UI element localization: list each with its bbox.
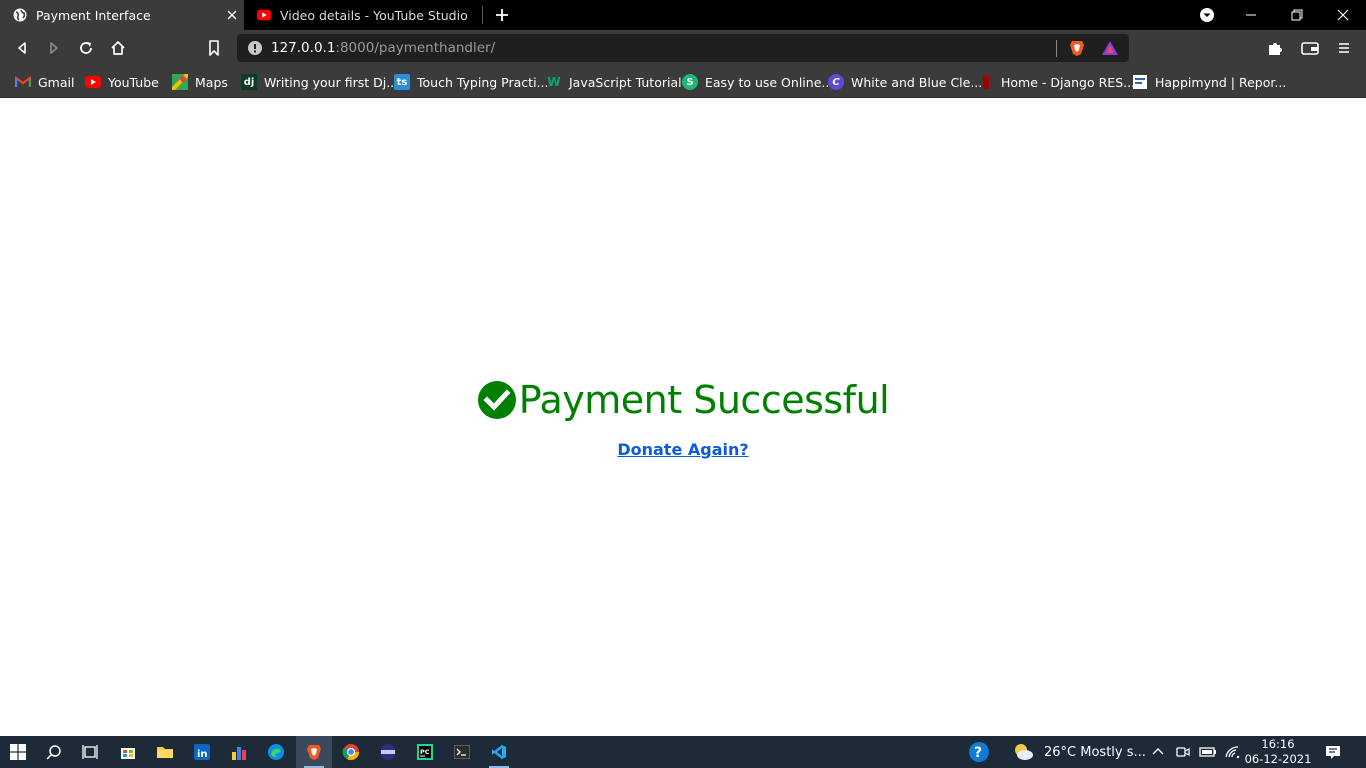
home-button[interactable] [106, 36, 130, 60]
svg-text:?: ? [974, 745, 982, 761]
store-icon[interactable] [110, 736, 146, 768]
restore-button[interactable] [1274, 0, 1320, 30]
extensions-icon[interactable] [1263, 36, 1287, 60]
url-host: 127.0.0.1 [271, 40, 336, 56]
wallet-icon[interactable] [1298, 36, 1322, 60]
youtube-icon [257, 8, 271, 22]
app-icon[interactable] [370, 736, 406, 768]
typing-icon: ts [394, 74, 410, 90]
search-icon[interactable] [36, 736, 72, 768]
tab-youtube-studio[interactable]: Video details - YouTube Studio [244, 0, 482, 30]
task-view-icon[interactable] [72, 736, 108, 768]
tab-strip: Payment Interface Video details - YouTub… [0, 0, 1366, 30]
bookmark-label: Easy to use Online... [705, 74, 834, 90]
donate-again-link[interactable]: Donate Again? [617, 440, 748, 459]
tab-payment-interface[interactable]: Payment Interface [0, 0, 244, 30]
tab-title: Video details - YouTube Studio [280, 7, 468, 23]
bookmark-label: White and Blue Cle... [851, 74, 983, 90]
bookmark-django-rest[interactable]: Home - Django RES... [978, 73, 1135, 91]
chart-app-icon[interactable] [221, 736, 257, 768]
new-tab-button[interactable] [492, 5, 512, 25]
bookmark-label: Home - Django RES... [1001, 74, 1136, 90]
edge-icon[interactable] [258, 736, 294, 768]
bookmark-django-tutorial[interactable]: dj Writing your first Dj... [241, 73, 398, 91]
bookmark-maps[interactable]: Maps [172, 73, 228, 91]
url-path: :8000/paymenthandler/ [335, 40, 496, 56]
bookmark-label: Gmail [38, 74, 75, 90]
bookmark-easy-online[interactable]: S Easy to use Online... [682, 73, 833, 91]
pycharm-icon[interactable]: PC [407, 736, 443, 768]
vscode-icon[interactable] [481, 736, 517, 768]
svg-text:PC: PC [420, 748, 430, 756]
bookmark-label: Maps [195, 74, 228, 90]
s-icon: S [682, 74, 698, 90]
bookmark-label: JavaScript Tutorial [569, 74, 682, 90]
file-explorer-icon[interactable] [147, 736, 183, 768]
wifi-icon[interactable] [1224, 736, 1240, 768]
minimize-button[interactable] [1228, 0, 1274, 30]
weather-icon [1012, 742, 1034, 762]
reload-button[interactable] [74, 36, 98, 60]
bookmark-label: Writing your first Dj... [264, 74, 399, 90]
tab-title: Payment Interface [36, 7, 151, 23]
bookmark-button[interactable] [202, 36, 226, 60]
chrome-icon[interactable] [333, 736, 369, 768]
back-button[interactable] [10, 36, 34, 60]
show-hidden-icons[interactable] [1151, 736, 1165, 768]
bookmark-gmail[interactable]: Gmail [15, 73, 74, 91]
windows-taskbar: in PC ? 26°C Mostly s... 16:16 06-12-202… [0, 736, 1366, 768]
page-content: Payment Successful Donate Again? [0, 98, 1366, 736]
success-message: Payment Successful [0, 378, 1366, 422]
brave-shields-icon[interactable] [1068, 39, 1086, 57]
bookmark-javascript-tutorial[interactable]: W JavaScript Tutorial [546, 73, 682, 91]
url-text: 127.0.0.1:8000/paymenthandler/ [271, 40, 495, 56]
tab-divider [482, 6, 483, 24]
svg-text:in: in [197, 749, 208, 760]
notifications-icon[interactable] [1324, 736, 1342, 768]
close-window-button[interactable] [1320, 0, 1366, 30]
gmail-icon [15, 74, 31, 90]
bookmark-white-blue[interactable]: C White and Blue Cle... [828, 73, 982, 91]
drf-icon [978, 74, 994, 90]
tab-search-button[interactable] [1184, 0, 1230, 30]
canva-icon: C [828, 74, 844, 90]
battery-icon[interactable] [1199, 736, 1217, 768]
address-bar-divider [1056, 40, 1057, 57]
w3schools-icon: W [547, 75, 561, 89]
brave-taskbar-icon[interactable] [296, 736, 332, 768]
close-tab-icon[interactable] [224, 7, 240, 23]
weather-text: 26°C Mostly s... [1044, 744, 1146, 760]
menu-icon[interactable] [1332, 36, 1356, 60]
bookmarks-bar: Gmail YouTube Maps dj Writing your first… [0, 66, 1366, 98]
bookmark-label: Touch Typing Practi... [417, 74, 549, 90]
clock-date: 06-12-2021 [1244, 752, 1312, 766]
terminal-icon[interactable] [444, 736, 480, 768]
check-circle-icon [477, 380, 517, 420]
maps-icon [172, 74, 188, 90]
linkedin-icon[interactable]: in [184, 736, 220, 768]
youtube-icon [85, 74, 101, 90]
address-bar[interactable]: 127.0.0.1:8000/paymenthandler/ [237, 34, 1129, 62]
bookmark-touch-typing[interactable]: ts Touch Typing Practi... [394, 73, 548, 91]
help-icon[interactable]: ? [968, 736, 990, 768]
forward-button[interactable] [42, 36, 66, 60]
report-icon [1132, 74, 1148, 90]
donate-again-container: Donate Again? [0, 440, 1366, 459]
globe-icon [13, 8, 27, 22]
brave-rewards-icon[interactable] [1101, 39, 1119, 57]
clock-time: 16:16 [1261, 737, 1295, 751]
bookmark-youtube[interactable]: YouTube [85, 73, 159, 91]
clock[interactable]: 16:16 06-12-2021 [1244, 737, 1312, 767]
start-button[interactable] [0, 736, 36, 768]
bookmark-label: YouTube [108, 74, 159, 90]
weather-widget[interactable]: 26°C Mostly s... [1012, 736, 1146, 768]
page-title: Payment Successful [518, 378, 890, 422]
meet-now-icon[interactable] [1175, 736, 1191, 768]
django-icon: dj [241, 74, 257, 90]
bookmark-label: Happimynd | Repor... [1155, 74, 1287, 90]
bookmark-happimynd[interactable]: Happimynd | Repor... [1132, 73, 1286, 91]
info-icon[interactable] [247, 40, 263, 56]
